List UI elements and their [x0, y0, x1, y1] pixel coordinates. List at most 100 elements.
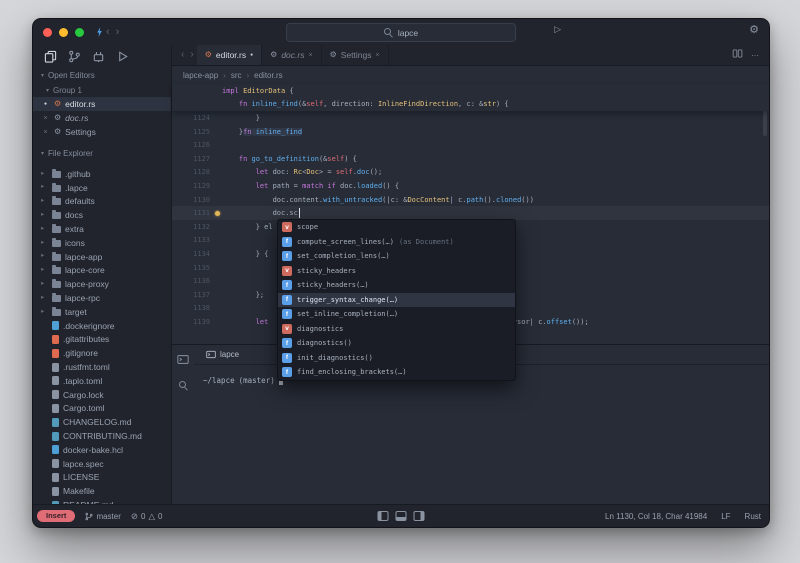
code-line[interactable]: 1125 }fn inline_find	[172, 125, 769, 139]
completion-item[interactable]: fsticky_headers(…)	[278, 278, 515, 293]
toggle-right-panel-icon[interactable]	[414, 511, 425, 521]
editor-group-header[interactable]: ▾ Group 1	[33, 83, 171, 97]
completion-detail: (as Document)	[399, 238, 454, 246]
folder-item[interactable]: ▸.github	[33, 167, 171, 181]
zoom-window-button[interactable]	[75, 28, 84, 37]
completion-item[interactable]: fdiagnostics()	[278, 336, 515, 351]
breadcrumb-item[interactable]: src	[231, 71, 242, 80]
file-item[interactable]: LICENSE	[33, 471, 171, 485]
code-line[interactable]: 1128 let doc: Rc<Doc> = self.doc();	[172, 166, 769, 180]
remote-connection-icon[interactable]	[96, 27, 103, 37]
file-explorer-icon[interactable]	[44, 50, 57, 63]
file-item[interactable]: .gitattributes	[33, 333, 171, 347]
entry-name: Makefile	[63, 486, 95, 496]
minimize-window-button[interactable]	[59, 28, 68, 37]
code-line[interactable]: 1126	[172, 138, 769, 152]
file-item[interactable]: .gitignore	[33, 346, 171, 360]
close-icon[interactable]: ×	[41, 129, 50, 136]
entry-name: lapce.spec	[63, 459, 104, 469]
cursor-position[interactable]: Ln 1130, Col 18, Char 41984	[605, 512, 707, 521]
toggle-bottom-panel-icon[interactable]	[396, 511, 407, 521]
breadcrumb-item[interactable]: editor.rs	[254, 71, 282, 80]
editor-tab[interactable]: ⚙editor.rs●	[197, 45, 262, 65]
folder-item[interactable]: ▸target	[33, 305, 171, 319]
completion-item[interactable]: finit_diagnostics()	[278, 351, 515, 366]
completion-item[interactable]: vdiagnostics	[278, 322, 515, 337]
completion-item[interactable]: vsticky_headers	[278, 264, 515, 279]
code-line[interactable]: fn inline_find(&self, direction: InlineF…	[172, 98, 769, 112]
source-control-icon[interactable]	[68, 50, 81, 63]
code-line[interactable]: 1130 doc.content.with_untracked(|c: &Doc…	[172, 193, 769, 207]
plugins-icon[interactable]	[92, 50, 105, 63]
file-item[interactable]: docker-bake.hcl	[33, 443, 171, 457]
completion-item[interactable]: ftrigger_syntax_change(…)	[278, 293, 515, 308]
file-explorer-header[interactable]: ▾ File Explorer	[33, 145, 171, 161]
debug-icon[interactable]	[116, 50, 129, 63]
language-mode[interactable]: Rust	[745, 512, 761, 521]
completion-item[interactable]: fset_inline_completion(…)	[278, 307, 515, 322]
command-palette[interactable]: lapce	[286, 23, 516, 42]
file-item[interactable]: .rustfmt.toml	[33, 360, 171, 374]
completion-kind-badge: v	[282, 324, 292, 334]
code-line[interactable]: 1124 }	[172, 111, 769, 125]
close-icon[interactable]: ×	[41, 115, 50, 122]
folder-item[interactable]: ▸.lapce	[33, 181, 171, 195]
toggle-left-panel-icon[interactable]	[378, 511, 389, 521]
code-line[interactable]: 1129 let path = match if doc.loaded() {	[172, 179, 769, 193]
mode-badge[interactable]: Insert	[37, 510, 75, 522]
split-editor-icon[interactable]	[732, 46, 743, 64]
tab-back-button[interactable]: ‹	[178, 50, 187, 60]
completion-item[interactable]: vscope	[278, 220, 515, 235]
close-icon[interactable]: ×	[375, 52, 379, 59]
completion-item[interactable]: ffind_enclosing_brackets(…)	[278, 365, 515, 380]
branch-indicator[interactable]: master	[85, 512, 120, 521]
editor-tab[interactable]: ⚙doc.rs×	[262, 45, 321, 65]
folder-item[interactable]: ▸defaults	[33, 195, 171, 209]
file-item[interactable]: .dockerignore	[33, 319, 171, 333]
file-item[interactable]: Cargo.toml	[33, 402, 171, 416]
open-editor-item[interactable]: ×⚙Settings	[33, 125, 171, 139]
folder-item[interactable]: ▸extra	[33, 222, 171, 236]
folder-item[interactable]: ▸lapce-core	[33, 264, 171, 278]
close-window-button[interactable]	[43, 28, 52, 37]
code-line[interactable]: 1131 doc.sc	[172, 206, 769, 220]
folder-item[interactable]: ▸lapce-app	[33, 250, 171, 264]
file-item[interactable]: CHANGELOG.md	[33, 415, 171, 429]
back-button[interactable]: ‹	[103, 27, 113, 38]
completion-item[interactable]: fcompute_screen_lines(…)(as Document)	[278, 235, 515, 250]
file-item[interactable]: Makefile	[33, 484, 171, 498]
folder-item[interactable]: ▸docs	[33, 208, 171, 222]
settings-gear-icon[interactable]: ⚙	[749, 25, 759, 36]
forward-button[interactable]: ›	[113, 27, 123, 38]
open-editor-item[interactable]: ×⚙doc.rs	[33, 111, 171, 125]
folder-item[interactable]: ▸lapce-proxy	[33, 277, 171, 291]
terminal-icon[interactable]	[177, 352, 189, 370]
folder-item[interactable]: ▸lapce-rpc	[33, 291, 171, 305]
line-ending[interactable]: LF	[721, 512, 730, 521]
completion-item[interactable]: fset_completion_lens(…)	[278, 249, 515, 264]
code-line[interactable]: 1127 fn go_to_definition(&self) {	[172, 152, 769, 166]
breadcrumb-item[interactable]: lapce-app	[183, 71, 218, 80]
completion-label: sticky_headers(…)	[297, 281, 369, 289]
tab-forward-button[interactable]: ›	[187, 50, 196, 60]
file-item[interactable]: .taplo.toml	[33, 374, 171, 388]
file-item[interactable]: Cargo.lock	[33, 388, 171, 402]
file-item[interactable]: CONTRIBUTING.md	[33, 429, 171, 443]
file-item[interactable]: lapce.spec	[33, 457, 171, 471]
entry-name: .dockerignore	[63, 321, 115, 331]
problems-indicator[interactable]: ⊘ 0 △ 0	[131, 512, 163, 521]
run-icon[interactable]: ▷	[554, 25, 561, 34]
folder-item[interactable]: ▸icons	[33, 236, 171, 250]
close-icon[interactable]: ×	[308, 52, 312, 59]
modified-dot-icon[interactable]: ●	[250, 52, 253, 58]
panel-search-icon[interactable]	[179, 381, 188, 390]
open-editor-item[interactable]: ●⚙editor.rs	[33, 97, 171, 111]
editor-tab[interactable]: ⚙Settings×	[322, 45, 389, 65]
more-actions-icon[interactable]: ⋯	[751, 51, 760, 60]
file-icon	[52, 349, 59, 358]
open-editors-header[interactable]: ▾ Open Editors	[33, 67, 171, 83]
open-editors-list: ●⚙editor.rs×⚙doc.rs×⚙Settings	[33, 97, 171, 139]
code-line[interactable]: impl EditorData {	[172, 84, 769, 98]
terminal-tab[interactable]: lapce	[200, 350, 245, 359]
modified-dot-icon[interactable]: ●	[41, 101, 50, 107]
